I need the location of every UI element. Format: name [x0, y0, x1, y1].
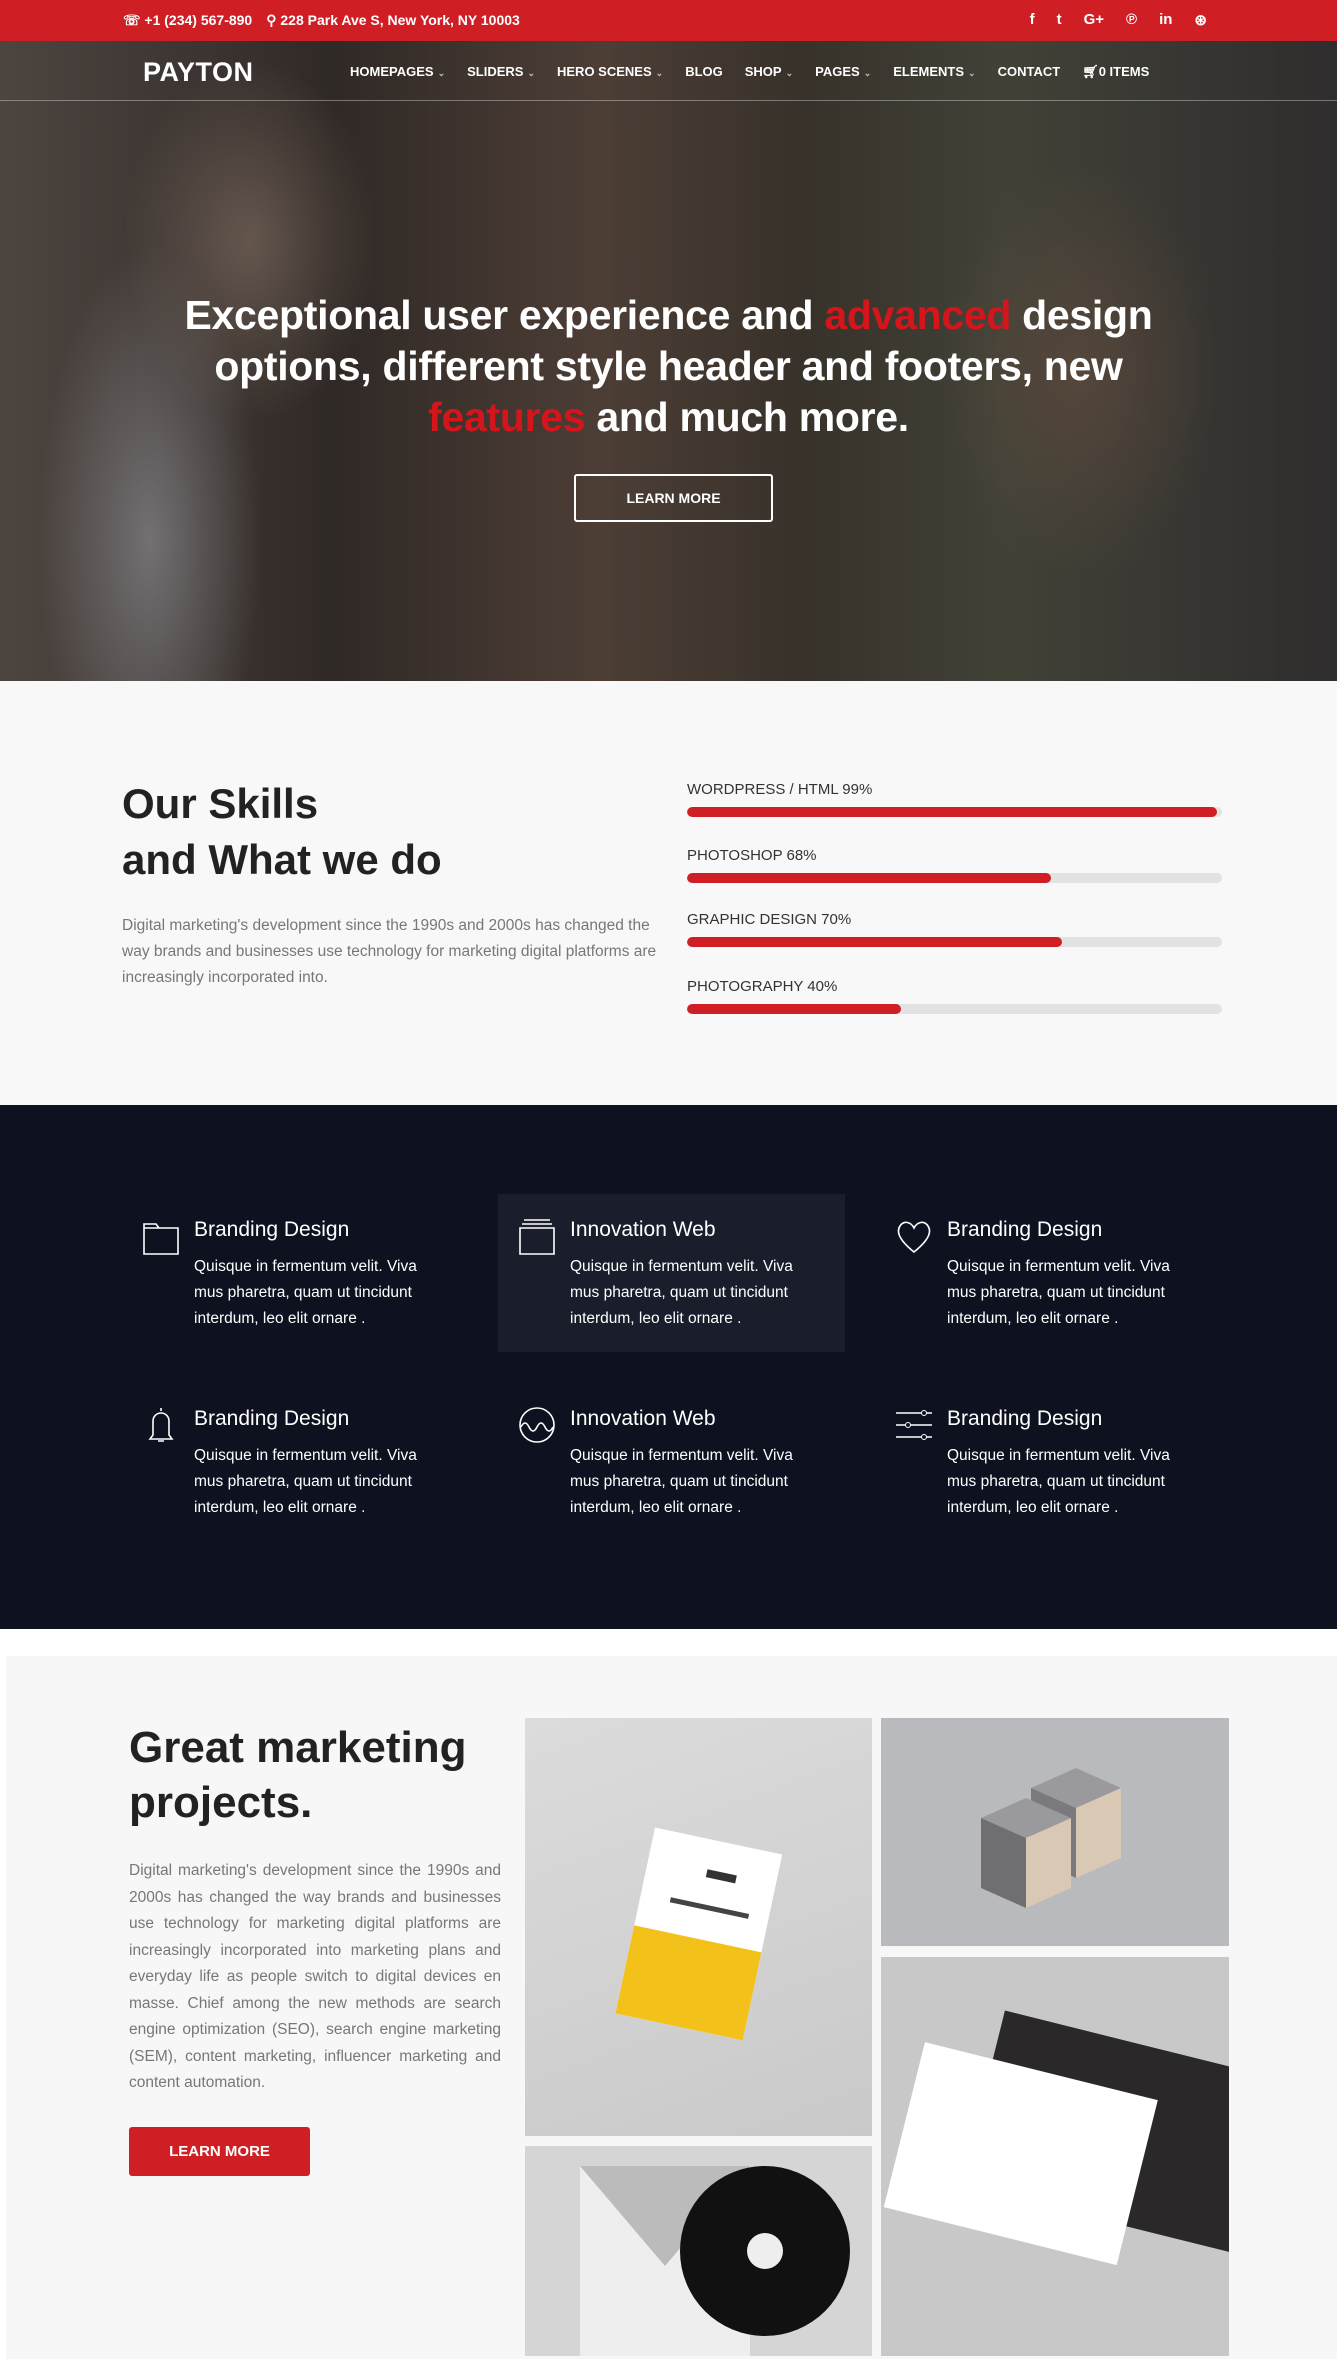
progress-fill	[687, 1004, 901, 1014]
skill-bar: WORDPRESS / HTML 99%	[687, 781, 1222, 817]
nav-label: HOMEPAGES	[350, 64, 434, 79]
skills-description: Digital marketing's development since th…	[122, 917, 657, 986]
nav-label: SHOP	[744, 64, 782, 79]
hero-learn-more-button[interactable]: LEARN MORE	[574, 474, 773, 522]
skill-label: PHOTOGRAPHY 40%	[687, 978, 838, 995]
wave-circle-icon	[519, 1407, 555, 1443]
nav-item-elements[interactable]: ELEMENTS ⌄	[893, 64, 975, 80]
linkedin-icon[interactable]: in	[1159, 11, 1172, 29]
projects-title: Great marketing projects.	[129, 1723, 467, 1827]
layers-icon	[519, 1219, 555, 1255]
projects-description: Digital marketing's development since th…	[129, 1862, 501, 2091]
service-text: Quisque in fermentum velit. Viva mus pha…	[947, 1447, 1170, 1516]
nav-item-sliders[interactable]: SLIDERS ⌄	[467, 64, 535, 80]
phone[interactable]: ☏ +1 (234) 567-890	[123, 12, 252, 29]
cart-button[interactable]: 🛒︎0 ITEMS	[1082, 64, 1149, 80]
cart-label: 0 ITEMS	[1098, 64, 1150, 79]
skill-bar: PHOTOSHOP 68%	[687, 847, 1222, 883]
service-title: Innovation Web	[570, 1218, 716, 1241]
service-card[interactable]: Branding Design Quisque in fermentum veli…	[143, 1194, 541, 1352]
nav-item-contact[interactable]: CONTACT	[998, 64, 1061, 80]
chevron-down-icon: ⌄	[655, 68, 664, 78]
skill-bar: PHOTOGRAPHY 40%	[687, 978, 1222, 1014]
headline-text: design	[1011, 292, 1153, 338]
nav-label: SLIDERS	[467, 64, 524, 79]
headline-highlight: advanced	[824, 292, 1012, 338]
nav-label: ELEMENTS	[893, 64, 965, 79]
projects-learn-more-button[interactable]: LEARN MORE	[129, 2127, 310, 2176]
headline-text: and much more.	[585, 394, 909, 440]
nav-item-blog[interactable]: BLOG	[685, 64, 723, 80]
service-title: Innovation Web	[570, 1407, 716, 1430]
skills-title: Our Skills and What we do	[122, 780, 442, 883]
phone-text: +1 (234) 567-890	[144, 12, 253, 28]
progress-fill	[687, 807, 1217, 817]
service-card[interactable]: Innovation Web Quisque in fermentum velit…	[498, 1194, 845, 1352]
business-card-mockup-image[interactable]	[881, 1957, 1229, 2356]
skills-section: Our Skills and What we do Digital marketi…	[0, 681, 1337, 1105]
hero-headline: Exceptional user experience and advanced…	[0, 290, 1337, 443]
google-plus-icon[interactable]: G+	[1084, 11, 1104, 29]
folder-icon	[143, 1223, 179, 1255]
vinyl-mockup-image[interactable]	[525, 2146, 872, 2356]
headline-highlight: features	[428, 394, 586, 440]
boxes-mockup-image[interactable]	[881, 1718, 1229, 1946]
progress-track	[687, 807, 1222, 817]
progress-track	[687, 937, 1222, 947]
cart-icon: 🛒︎	[1082, 64, 1099, 79]
service-text: Quisque in fermentum velit. Viva mus pha…	[194, 1447, 417, 1516]
nav-label: BLOG	[685, 64, 723, 79]
service-title: Branding Design	[194, 1218, 350, 1241]
service-title: Branding Design	[194, 1407, 350, 1430]
twitter-icon[interactable]: t	[1057, 11, 1062, 29]
progress-fill	[687, 873, 1051, 883]
service-title: Branding Design	[947, 1218, 1103, 1241]
heart-icon	[897, 1221, 931, 1254]
bell-icon	[148, 1408, 174, 1442]
service-text: Quisque in fermentum velit. Viva mus pha…	[947, 1258, 1170, 1327]
nav-item-shop[interactable]: SHOP ⌄	[745, 64, 793, 80]
skill-label: GRAPHIC DESIGN 70%	[687, 911, 852, 928]
service-title: Branding Design	[947, 1407, 1103, 1430]
skill-label: PHOTOSHOP 68%	[687, 847, 817, 864]
headline-text: Exceptional user experience and	[184, 292, 825, 338]
service-text: Quisque in fermentum velit. Viva mus pha…	[194, 1258, 417, 1327]
nav-label: HERO SCENES	[557, 64, 652, 79]
chevron-down-icon: ⌄	[785, 68, 794, 78]
service-text: Quisque in fermentum velit. Viva mus pha…	[570, 1447, 793, 1516]
skill-bar: GRAPHIC DESIGN 70%	[687, 911, 1222, 947]
nav-item-hero-scenes[interactable]: HERO SCENES ⌄	[557, 64, 663, 80]
top-bar: ☏ +1 (234) 567-890 ⚲ 228 Park Ave S, New…	[0, 0, 1337, 41]
brochure-mockup-image[interactable]	[525, 1718, 872, 2136]
nav-label: CONTACT	[997, 64, 1061, 79]
nav-label: PAGES	[815, 64, 860, 79]
headline-text: options, different style header and foot…	[214, 343, 1123, 389]
nav-item-pages[interactable]: PAGES ⌄	[815, 64, 871, 80]
pinterest-icon[interactable]: ℗	[1126, 11, 1137, 29]
logo[interactable]: PAYTON	[143, 57, 254, 88]
address-text: 228 Park Ave S, New York, NY 10003	[280, 12, 520, 28]
service-card[interactable]: Branding Design Quisque in fermentum veli…	[896, 1383, 1294, 1541]
chevron-down-icon: ⌄	[968, 68, 976, 78]
nav-item-homepages[interactable]: HOMEPAGES ⌄	[350, 64, 445, 80]
skill-label: WORDPRESS / HTML 99%	[687, 781, 873, 798]
chevron-down-icon: ⌄	[527, 68, 535, 78]
projects-section: Great marketing projects. Digital marketi…	[6, 1656, 1337, 2359]
progress-track	[687, 1004, 1222, 1014]
sliders-icon	[896, 1410, 932, 1440]
chevron-down-icon: ⌄	[863, 68, 872, 78]
address: ⚲ 228 Park Ave S, New York, NY 10003	[266, 12, 520, 28]
progress-fill	[687, 937, 1062, 947]
service-text: Quisque in fermentum velit. Viva mus pha…	[570, 1258, 793, 1327]
services-section: Branding Design Quisque in fermentum veli…	[0, 1105, 1337, 1629]
facebook-icon[interactable]: f	[1030, 11, 1035, 29]
main-nav: PAYTON HOMEPAGES ⌄ SLIDERS ⌄ HERO SCENES ⌄ BLO…	[0, 41, 1337, 101]
service-card[interactable]: Branding Design Quisque in fermentum veli…	[897, 1194, 1294, 1352]
chevron-down-icon: ⌄	[437, 68, 446, 78]
progress-track	[687, 873, 1222, 883]
dribbble-icon[interactable]: ⊛	[1194, 11, 1207, 29]
service-card[interactable]: Innovation Web Quisque in fermentum velit…	[519, 1383, 917, 1541]
service-card[interactable]: Branding Design Quisque in fermentum veli…	[148, 1383, 541, 1541]
